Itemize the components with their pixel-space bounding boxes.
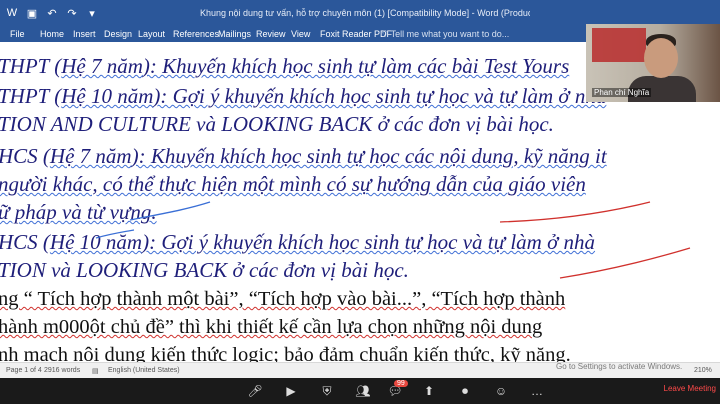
tab-file[interactable]: File — [10, 29, 25, 39]
more-icon[interactable]: … — [528, 383, 546, 399]
security-icon[interactable]: ⛨ — [318, 383, 336, 399]
red-ink-stroke-2 — [559, 247, 691, 279]
share-screen-icon[interactable]: ⬆ — [420, 383, 438, 399]
quick-access-toolbar: W ▣ ↶ ↷ ▾ — [6, 7, 98, 20]
word-logo-icon: W — [6, 7, 18, 19]
tell-me-text: Tell me what you want to do... — [390, 29, 510, 39]
tell-me-search[interactable]: 💡︎ Tell me what you want to do... — [382, 29, 509, 40]
video-icon[interactable]: ▶ — [282, 383, 300, 399]
tab-layout[interactable]: Layout — [138, 29, 165, 39]
lightbulb-icon: 💡︎ — [382, 29, 389, 39]
activate-windows-watermark: Go to Settings to activate Windows. — [556, 362, 683, 371]
participant-video[interactable]: Phan chí Nghĩa — [586, 24, 720, 102]
tab-design[interactable]: Design — [104, 29, 132, 39]
reactions-icon[interactable]: ☺ — [492, 383, 510, 399]
video-banner — [592, 28, 646, 62]
save-icon[interactable]: ▣ — [26, 7, 38, 20]
red-ink-stroke-1 — [499, 201, 651, 223]
leave-meeting-button[interactable]: Leave Meeting — [664, 384, 716, 393]
word-count[interactable]: 2916 words — [44, 367, 80, 374]
tab-home[interactable]: Home — [40, 29, 64, 39]
tab-insert[interactable]: Insert — [73, 29, 96, 39]
tab-references[interactable]: References — [173, 29, 219, 39]
language[interactable]: English (United States) — [108, 367, 180, 374]
tab-review[interactable]: Review — [256, 29, 286, 39]
meeting-controls: 🎤︎ ▶ ⛨ 👥︎ 💬︎ 99 ⬆ ⏺ ☺ … Leave Meeting — [0, 378, 720, 404]
zoom-level[interactable]: 210% — [694, 367, 712, 374]
participant-name: Phan chí Nghĩa — [592, 88, 652, 97]
redo-icon[interactable]: ↷ — [66, 7, 78, 20]
participant-head — [644, 38, 678, 78]
window-title: Khung nội dung tư vấn, hỗ trợ chuyên môn… — [200, 8, 530, 18]
chat-badge: 99 — [394, 380, 408, 387]
participants-icon[interactable]: 👥︎ — [354, 383, 372, 399]
page-count[interactable]: Page 1 of 4 — [6, 367, 42, 374]
blue-ink-stroke-1 — [129, 201, 211, 221]
blue-ink-stroke-2 — [95, 229, 135, 239]
undo-icon[interactable]: ↶ — [46, 7, 58, 20]
mute-icon[interactable]: 🎤︎ — [246, 383, 264, 399]
customize-qat-icon[interactable]: ▾ — [86, 7, 98, 20]
tab-mailings[interactable]: Mailings — [218, 29, 251, 39]
record-icon[interactable]: ⏺ — [456, 383, 474, 399]
tab-view[interactable]: View — [291, 29, 310, 39]
proofing-icon[interactable]: ▤ — [92, 367, 99, 375]
